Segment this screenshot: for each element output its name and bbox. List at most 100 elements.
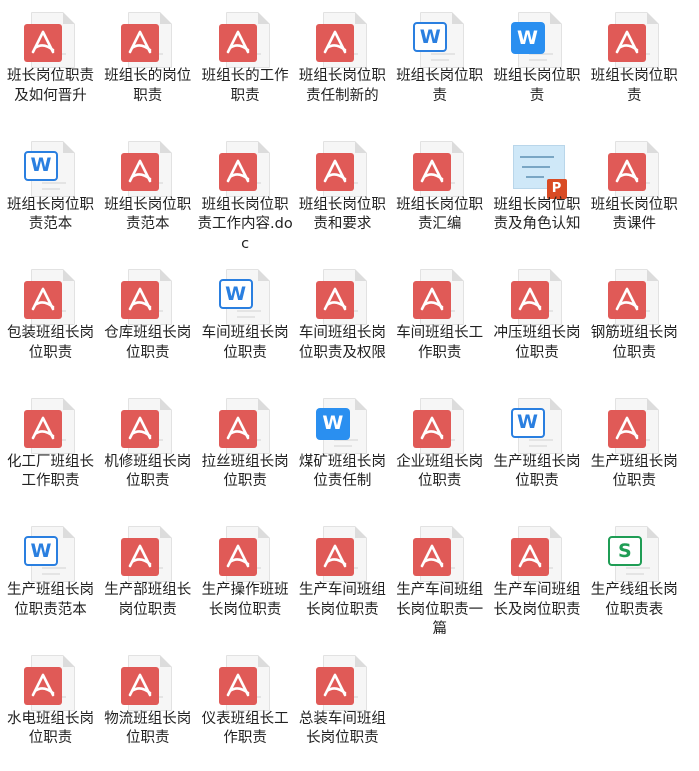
pdf-icon xyxy=(121,526,175,586)
file-item[interactable]: 企业班组长岗位职责 xyxy=(391,388,488,514)
file-item[interactable]: 包装班组长岗位职责 xyxy=(2,259,99,385)
file-name: 企业班组长岗位职责 xyxy=(396,453,484,490)
word-icon: W xyxy=(510,397,565,458)
ppt-thumbnail-icon: P xyxy=(511,141,567,201)
file-item[interactable]: W 班组长岗位职责范本 xyxy=(2,131,99,257)
pdf-icon xyxy=(121,654,175,715)
file-item[interactable]: 物流班组长岗位职责 xyxy=(99,645,196,771)
file-item[interactable]: 总装车间班组长岗位职责 xyxy=(294,645,391,771)
file-item[interactable]: 钢筋班组长岗位职责 xyxy=(586,259,683,385)
file-item[interactable]: 冲压班组长岗位职责 xyxy=(489,259,586,385)
pdf-icon xyxy=(315,654,370,715)
file-item[interactable]: W 班组长岗位职责 xyxy=(391,2,488,128)
pdf-icon xyxy=(607,140,662,201)
file-name: 生产车间班组长岗位职责 xyxy=(298,582,386,618)
file-name: 仓库班组长岗位职责 xyxy=(104,325,192,361)
file-item[interactable]: 班组长的岗位职责 xyxy=(99,2,196,128)
pdf-icon xyxy=(24,269,78,329)
file-name: 班长岗位职责及如何晋升 xyxy=(7,68,94,104)
file-name: 班组长的岗位职责 xyxy=(104,68,192,104)
pdf-icon xyxy=(121,397,175,458)
file-name: 班组长岗位职责 xyxy=(493,68,581,104)
pdf-icon xyxy=(218,140,273,201)
pdf-icon xyxy=(413,140,467,201)
file-name: 生产部班组长岗位职责 xyxy=(104,582,192,618)
file-item[interactable]: 生产操作班班长岗位职责 xyxy=(197,516,294,642)
file-item[interactable]: W 生产班组长岗位职责 xyxy=(489,388,586,514)
file-item[interactable]: W 车间班组长岗位职责 xyxy=(197,259,294,385)
file-name: 生产操作班班长岗位职责 xyxy=(201,582,289,618)
spreadsheet-icon: S xyxy=(607,526,662,586)
file-item[interactable]: 班组长岗位职责 xyxy=(586,2,683,128)
file-name: 拉丝班组长岗位职责 xyxy=(201,453,289,490)
file-name: 班组长岗位职责 xyxy=(590,68,678,104)
file-item[interactable]: 生产部班组长岗位职责 xyxy=(99,516,196,642)
file-item[interactable]: 班组长岗位职责课件 xyxy=(586,131,683,257)
file-item[interactable]: 生产班组长岗位职责 xyxy=(586,388,683,514)
file-item[interactable]: W 煤矿班组长岗位责任制 xyxy=(294,388,391,514)
file-name: 生产车间班组长岗位职责一篇 xyxy=(396,582,484,637)
file-name: 班组长岗位职责范本 xyxy=(7,196,94,233)
file-item[interactable]: 车间班组长工作职责 xyxy=(391,259,488,385)
file-name: 机修班组长岗位职责 xyxy=(104,453,192,490)
pdf-icon xyxy=(315,140,370,201)
file-name: 仪表班组长工作职责 xyxy=(201,710,289,747)
file-item[interactable]: 班组长岗位职责任制新的 xyxy=(294,2,391,128)
pdf-icon xyxy=(315,526,370,586)
file-name: 生产班组长岗位职责范本 xyxy=(7,582,94,618)
word-icon: W xyxy=(510,12,565,72)
file-item[interactable]: 生产车间班组长岗位职责一篇 xyxy=(391,516,488,642)
pdf-icon xyxy=(218,526,273,586)
pdf-icon xyxy=(24,12,78,72)
word-icon: W xyxy=(218,269,273,329)
file-name: 物流班组长岗位职责 xyxy=(104,710,192,747)
file-item[interactable]: W 班组长岗位职责 xyxy=(489,2,586,128)
file-item[interactable]: 仪表班组长工作职责 xyxy=(197,645,294,771)
file-item[interactable]: 机修班组长岗位职责 xyxy=(99,388,196,514)
file-item[interactable]: 仓库班组长岗位职责 xyxy=(99,259,196,385)
file-name: 生产车间班组长及岗位职责 xyxy=(493,582,581,618)
pdf-icon xyxy=(121,269,175,329)
file-item[interactable]: W 生产班组长岗位职责范本 xyxy=(2,516,99,642)
file-name: 车间班组长岗位职责 xyxy=(201,325,289,361)
pdf-icon xyxy=(24,654,78,715)
pdf-icon xyxy=(510,526,565,586)
file-item[interactable]: 车间班组长岗位职责及权限 xyxy=(294,259,391,385)
pdf-icon xyxy=(413,269,467,329)
file-item[interactable]: 化工厂班组长工作职责 xyxy=(2,388,99,514)
file-item[interactable]: 生产车间班组长岗位职责 xyxy=(294,516,391,642)
file-item[interactable]: 班组长岗位职责汇编 xyxy=(391,131,488,257)
pdf-icon xyxy=(607,397,662,458)
pdf-icon xyxy=(218,12,273,72)
file-item[interactable]: 班组长岗位职责工作内容.doc xyxy=(197,131,294,257)
pdf-icon xyxy=(413,397,467,458)
file-name: 班组长岗位职责课件 xyxy=(590,196,678,233)
file-name: 班组长岗位职责 xyxy=(396,68,484,104)
pdf-icon xyxy=(315,269,370,329)
file-item[interactable]: 生产车间班组长及岗位职责 xyxy=(489,516,586,642)
pdf-icon xyxy=(24,397,78,458)
file-item[interactable]: 水电班组长岗位职责 xyxy=(2,645,99,771)
file-item[interactable]: P 班组长岗位职责及角色认知 xyxy=(489,131,586,257)
file-name: 冲压班组长岗位职责 xyxy=(493,325,581,361)
word-icon: W xyxy=(24,140,78,201)
file-name: 班组长岗位职责工作内容.doc xyxy=(197,196,293,252)
file-grid: 班长岗位职责及如何晋升 班组长的岗位职责 班组长的工作职责 班组长岗位职责任制新的 W 班… xyxy=(0,0,699,761)
file-name: 煤矿班组长岗位责任制 xyxy=(298,453,386,490)
file-name: 化工厂班组长工作职责 xyxy=(7,453,94,490)
file-item[interactable]: 班组长岗位职责和要求 xyxy=(294,131,391,257)
file-item[interactable]: 班长岗位职责及如何晋升 xyxy=(2,2,99,128)
pdf-icon xyxy=(121,12,175,72)
file-item[interactable]: S 生产线组长岗位职责表 xyxy=(586,516,683,642)
file-item[interactable]: 班组长的工作职责 xyxy=(197,2,294,128)
pdf-icon xyxy=(121,140,175,201)
file-name: 生产线组长岗位职责表 xyxy=(590,582,678,618)
file-item[interactable]: 班组长岗位职责范本 xyxy=(99,131,196,257)
pdf-icon xyxy=(510,269,565,329)
file-item[interactable]: 拉丝班组长岗位职责 xyxy=(197,388,294,514)
pdf-icon xyxy=(607,269,662,329)
file-name: 班组长岗位职责和要求 xyxy=(298,196,386,233)
file-name: 包装班组长岗位职责 xyxy=(7,325,94,361)
file-name: 生产班组长岗位职责 xyxy=(493,453,581,490)
file-name: 车间班组长岗位职责及权限 xyxy=(298,325,386,361)
